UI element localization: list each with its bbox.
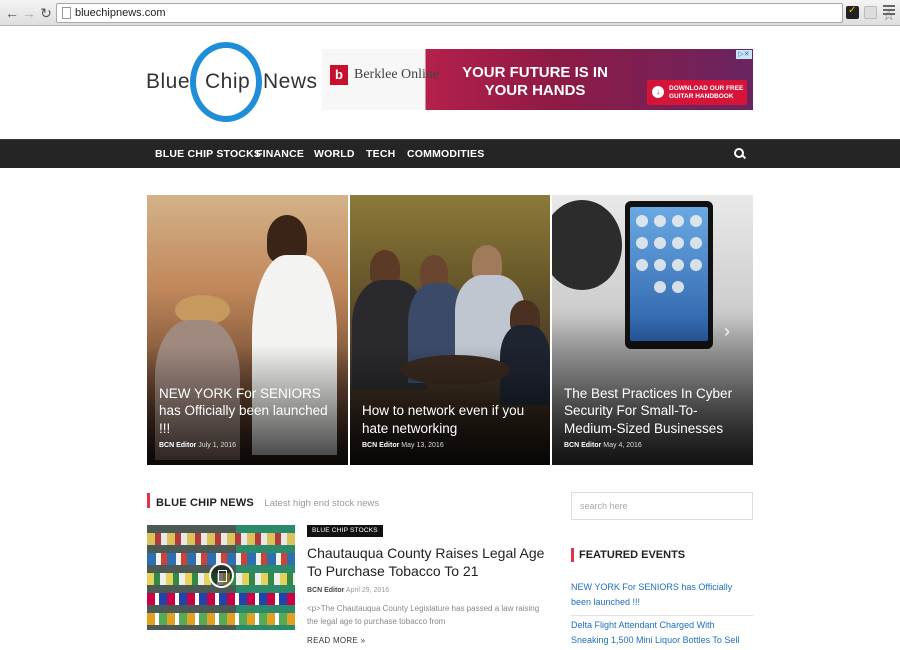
slide-2[interactable]: How to network even if you hate networki… [350, 195, 550, 465]
logo-word-news: News [263, 70, 318, 93]
divider [571, 615, 753, 616]
slide-title[interactable]: The Best Practices In Cyber Security For… [564, 385, 743, 438]
download-arrow-icon: ↓ [652, 86, 664, 98]
extension-check-icon[interactable] [846, 5, 859, 19]
slide-author[interactable]: BCN Editor [564, 442, 601, 449]
ad-cta-label: DOWNLOAD OUR FREE GUITAR HANDBOOK [669, 85, 744, 100]
nav-item-finance[interactable]: FINANCE [256, 148, 304, 160]
browser-menu-icon[interactable] [883, 5, 895, 17]
ad-headline: YOUR FUTURE IS IN YOUR HANDS [462, 64, 608, 99]
extension-icon[interactable] [864, 6, 877, 19]
article-date: April 29, 2016 [345, 587, 390, 594]
slide-meta: BCN Editor May 4, 2016 [564, 442, 642, 449]
ad-banner[interactable]: b Berklee Online YOUR FUTURE IS IN YOUR … [322, 49, 753, 110]
page-icon [62, 7, 71, 19]
browser-toolbar: ← → ↻ bluechipnews.com ☆ [0, 0, 900, 26]
featured-events-title: FEATURED EVENTS [571, 548, 685, 562]
section-title: BLUE CHIP NEWS [156, 497, 254, 509]
article-excerpt: <p>The Chautauqua County Legislature has… [307, 604, 540, 626]
berklee-logo-icon: b [330, 65, 348, 85]
slide-date: May 13, 2016 [401, 442, 444, 449]
section-heading: BLUE CHIP NEWS Latest high end stock new… [147, 493, 380, 509]
forward-arrow-icon[interactable]: → [21, 5, 37, 21]
sidebar-search-input[interactable] [571, 492, 753, 520]
category-badge[interactable]: BLUE CHIP STOCKS [307, 525, 383, 537]
search-icon[interactable] [734, 148, 746, 160]
nav-item-world[interactable]: WORLD [314, 148, 355, 160]
read-more-link[interactable]: READ MORE » [307, 636, 365, 645]
slide-meta: BCN Editor May 13, 2016 [362, 442, 444, 449]
url-text[interactable]: bluechipnews.com [75, 6, 166, 20]
adchoices-icon[interactable]: ▷✕ [736, 50, 752, 59]
slider-next-icon[interactable]: › [724, 321, 730, 342]
slide-title[interactable]: How to network even if you hate networki… [362, 402, 540, 437]
site-logo[interactable]: Blue Chip News [146, 42, 318, 122]
ad-download-button[interactable]: ↓ DOWNLOAD OUR FREE GUITAR HANDBOOK [647, 80, 747, 105]
back-arrow-icon[interactable]: ← [4, 5, 20, 21]
main-nav: BLUE CHIP STOCKS FINANCE WORLD TECH COMM… [0, 139, 900, 168]
article-title[interactable]: Chautauqua County Raises Legal Age To Pu… [307, 544, 562, 580]
slide-title[interactable]: NEW YORK For SENIORS has Officially been… [159, 385, 338, 438]
featured-event-link[interactable]: NEW YORK For SENIORS has Officially been… [571, 580, 753, 610]
ad-brand: Berklee Online [354, 67, 440, 82]
featured-slider: NEW YORK For SENIORS has Officially been… [147, 195, 753, 465]
section-subtitle: Latest high end stock news [264, 498, 380, 509]
article-thumbnail[interactable] [147, 525, 295, 630]
article-meta: BCN Editor April 29, 2016 [307, 587, 389, 594]
reload-icon[interactable]: ↻ [38, 5, 54, 21]
slide-date: May 4, 2016 [603, 442, 642, 449]
nav-item-blue-chip-stocks[interactable]: BLUE CHIP STOCKS [155, 148, 261, 160]
logo-word-chip: Chip [205, 70, 251, 93]
article-author[interactable]: BCN Editor [307, 587, 344, 594]
slide-author[interactable]: BCN Editor [159, 442, 196, 449]
address-bar[interactable]: bluechipnews.com ☆ [56, 3, 895, 24]
nav-item-commodities[interactable]: COMMODITIES [407, 148, 484, 160]
slide-3[interactable]: The Best Practices In Cyber Security For… [552, 195, 753, 465]
document-icon [209, 563, 234, 588]
featured-event-link[interactable]: Delta Flight Attendant Charged With Snea… [571, 618, 753, 650]
logo-word-blue: Blue [146, 70, 191, 93]
slide-author[interactable]: BCN Editor [362, 442, 399, 449]
slide-meta: BCN Editor July 1, 2016 [159, 442, 236, 449]
nav-item-tech[interactable]: TECH [366, 148, 395, 160]
slide-date: July 1, 2016 [198, 442, 237, 449]
slide-1[interactable]: NEW YORK For SENIORS has Officially been… [147, 195, 348, 465]
